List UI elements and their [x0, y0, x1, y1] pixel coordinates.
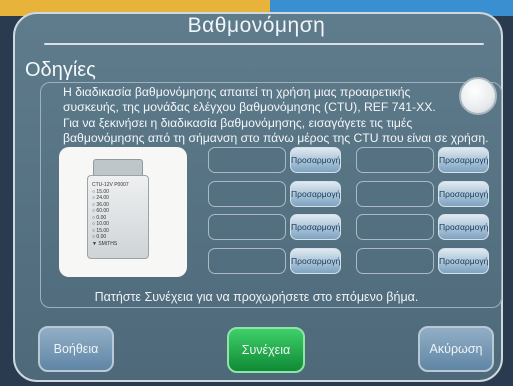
continue-hint: Πατήστε Συνέχεια για να προχωρήσετε στο … [94, 290, 419, 304]
instruction-line: συσκευής, της μονάδας ελέγχου βαθμονόμησ… [63, 100, 436, 115]
title-divider [44, 43, 484, 45]
device-body: CTU-12V P0007 ○ 15.00 ○ 24.00 ○ 36.00 ○ … [87, 175, 149, 259]
section-heading: Οδηγίες [25, 59, 96, 81]
adjust-button-5[interactable]: Προσαρμογή [438, 147, 489, 173]
calibration-value-field-2[interactable] [208, 181, 286, 207]
toggle-button[interactable] [459, 77, 497, 115]
calibration-value-field-1[interactable] [208, 147, 286, 173]
calibration-value-field-5[interactable] [356, 147, 434, 173]
adjust-button-3[interactable]: Προσαρμογή [290, 214, 341, 240]
calibration-value-field-6[interactable] [356, 181, 434, 207]
continue-button[interactable]: Συνέχεια [227, 327, 305, 373]
instructions-text: Η διαδικασία βαθμονόμησης απαιτεί τη χρή… [63, 85, 493, 147]
instruction-line: Η διαδικασία βαθμονόμησης απαιτεί τη χρή… [63, 85, 411, 99]
help-button[interactable]: Βοήθεια [38, 326, 114, 372]
cancel-button[interactable]: Ακύρωση [418, 326, 494, 372]
device-label: CTU-12V P0007 ○ 15.00 ○ 24.00 ○ 36.00 ○ … [92, 182, 129, 247]
instruction-line: Για να ξεκινήσει η διαδικασία βαθμονόμησ… [63, 115, 413, 130]
calibration-value-field-3[interactable] [208, 214, 286, 240]
calibration-value-field-7[interactable] [356, 214, 434, 240]
adjust-button-6[interactable]: Προσαρμογή [438, 181, 489, 207]
adjust-button-2[interactable]: Προσαρμογή [290, 181, 341, 207]
adjust-button-7[interactable]: Προσαρμογή [438, 214, 489, 240]
ctu-device-photo: CTU-12V P0007 ○ 15.00 ○ 24.00 ○ 36.00 ○ … [59, 147, 187, 277]
adjust-button-4[interactable]: Προσαρμογή [290, 248, 341, 274]
adjust-button-1[interactable]: Προσαρμογή [290, 147, 341, 173]
calibration-value-field-4[interactable] [208, 248, 286, 274]
calibration-value-field-8[interactable] [356, 248, 434, 274]
adjust-button-8[interactable]: Προσαρμογή [438, 248, 489, 274]
instruction-line: βαθμονόμησης από τη σήμανση στο πάνω μέρ… [63, 131, 489, 146]
window-title: Βαθμονόμηση [187, 14, 326, 37]
